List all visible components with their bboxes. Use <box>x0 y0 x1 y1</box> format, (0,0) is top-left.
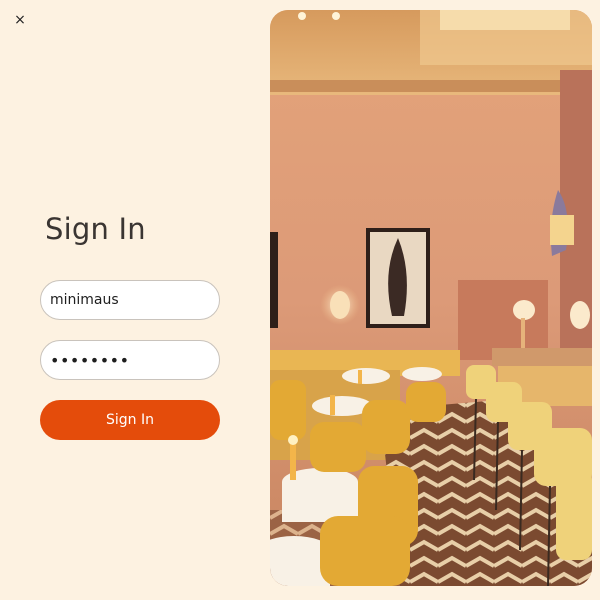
password-input[interactable] <box>40 340 220 380</box>
close-button[interactable]: × <box>10 10 30 30</box>
sign-in-button[interactable]: Sign In <box>40 400 220 440</box>
hero-image <box>270 10 592 586</box>
page-title: Sign In <box>45 212 146 246</box>
username-input[interactable] <box>40 280 220 320</box>
close-icon: × <box>14 12 26 28</box>
